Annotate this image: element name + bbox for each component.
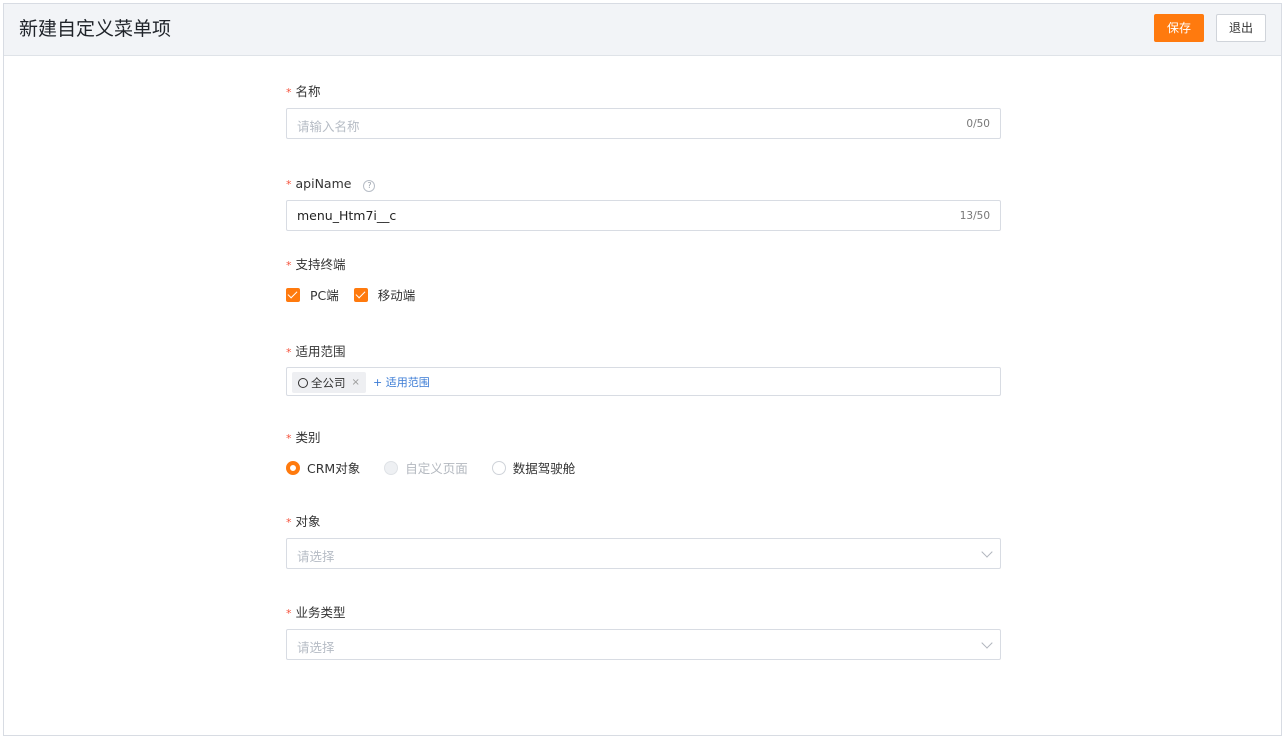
scope-label: * 适用范围 [286,344,346,359]
object-select[interactable]: 请选择 [286,538,1001,569]
category-label: * 类别 [286,430,321,445]
radio-crm-object-label[interactable]: CRM对象 [307,458,360,477]
required-mark: * [286,178,292,191]
name-label: * 名称 [286,84,321,99]
save-button[interactable]: 保存 [1154,14,1204,42]
business-type-label: * 业务类型 [286,605,346,620]
api-name-char-count: 13/50 [959,210,990,222]
scope-selector[interactable]: 全公司 × + 适用范围 [286,367,1001,396]
object-placeholder: 请选择 [297,549,335,564]
org-icon [298,377,308,388]
api-name-label: * apiName? [286,176,376,193]
help-icon[interactable]: ? [363,180,376,192]
business-type-placeholder: 请选择 [297,640,335,655]
checkbox-pc-label[interactable]: PC端 [310,285,339,304]
radio-data-cockpit-label[interactable]: 数据驾驶舱 [513,458,576,477]
page-header: 新建自定义菜单项 保存 退出 [4,4,1281,56]
radio-custom-page [384,460,399,475]
object-label: * 对象 [286,514,321,529]
required-mark: * [286,432,292,445]
radio-custom-page-label: 自定义页面 [405,461,468,476]
name-placeholder: 请输入名称 [297,119,360,134]
chevron-down-icon [981,546,993,558]
terminals-options: PC端 移动端 [286,285,430,304]
terminals-label: * 支持终端 [286,257,346,272]
required-mark: * [286,607,292,620]
remove-tag-icon[interactable]: × [352,377,360,388]
scope-tag: 全公司 × [292,372,366,393]
checkbox-pc[interactable] [286,287,300,302]
checkbox-mobile[interactable] [353,287,368,302]
page-title: 新建自定义菜单项 [19,18,172,40]
checkbox-mobile-label[interactable]: 移动端 [378,285,416,304]
required-mark: * [286,259,292,272]
radio-data-cockpit[interactable] [491,460,506,475]
app-window: 新建自定义菜单项 保存 退出 * 名称 请输入名称 0/50 * apiName? … [3,3,1282,736]
business-type-select[interactable]: 请选择 [286,629,1001,660]
radio-crm-object[interactable] [286,460,300,475]
chevron-down-icon [981,637,993,649]
add-scope-link[interactable]: + 适用范围 [373,374,430,390]
name-char-count: 0/50 [966,118,990,130]
scope-tag-label: 全公司 [311,375,346,390]
required-mark: * [286,516,292,529]
api-name-input[interactable]: menu_Htm7i__c 13/50 [286,200,1001,231]
api-name-value: menu_Htm7i__c [297,208,397,223]
name-input[interactable]: 请输入名称 0/50 [286,108,1001,139]
category-options: CRM对象 自定义页面 数据驾驶舱 [286,458,599,477]
required-mark: * [286,346,292,359]
exit-button[interactable]: 退出 [1216,14,1266,42]
required-mark: * [286,86,292,99]
